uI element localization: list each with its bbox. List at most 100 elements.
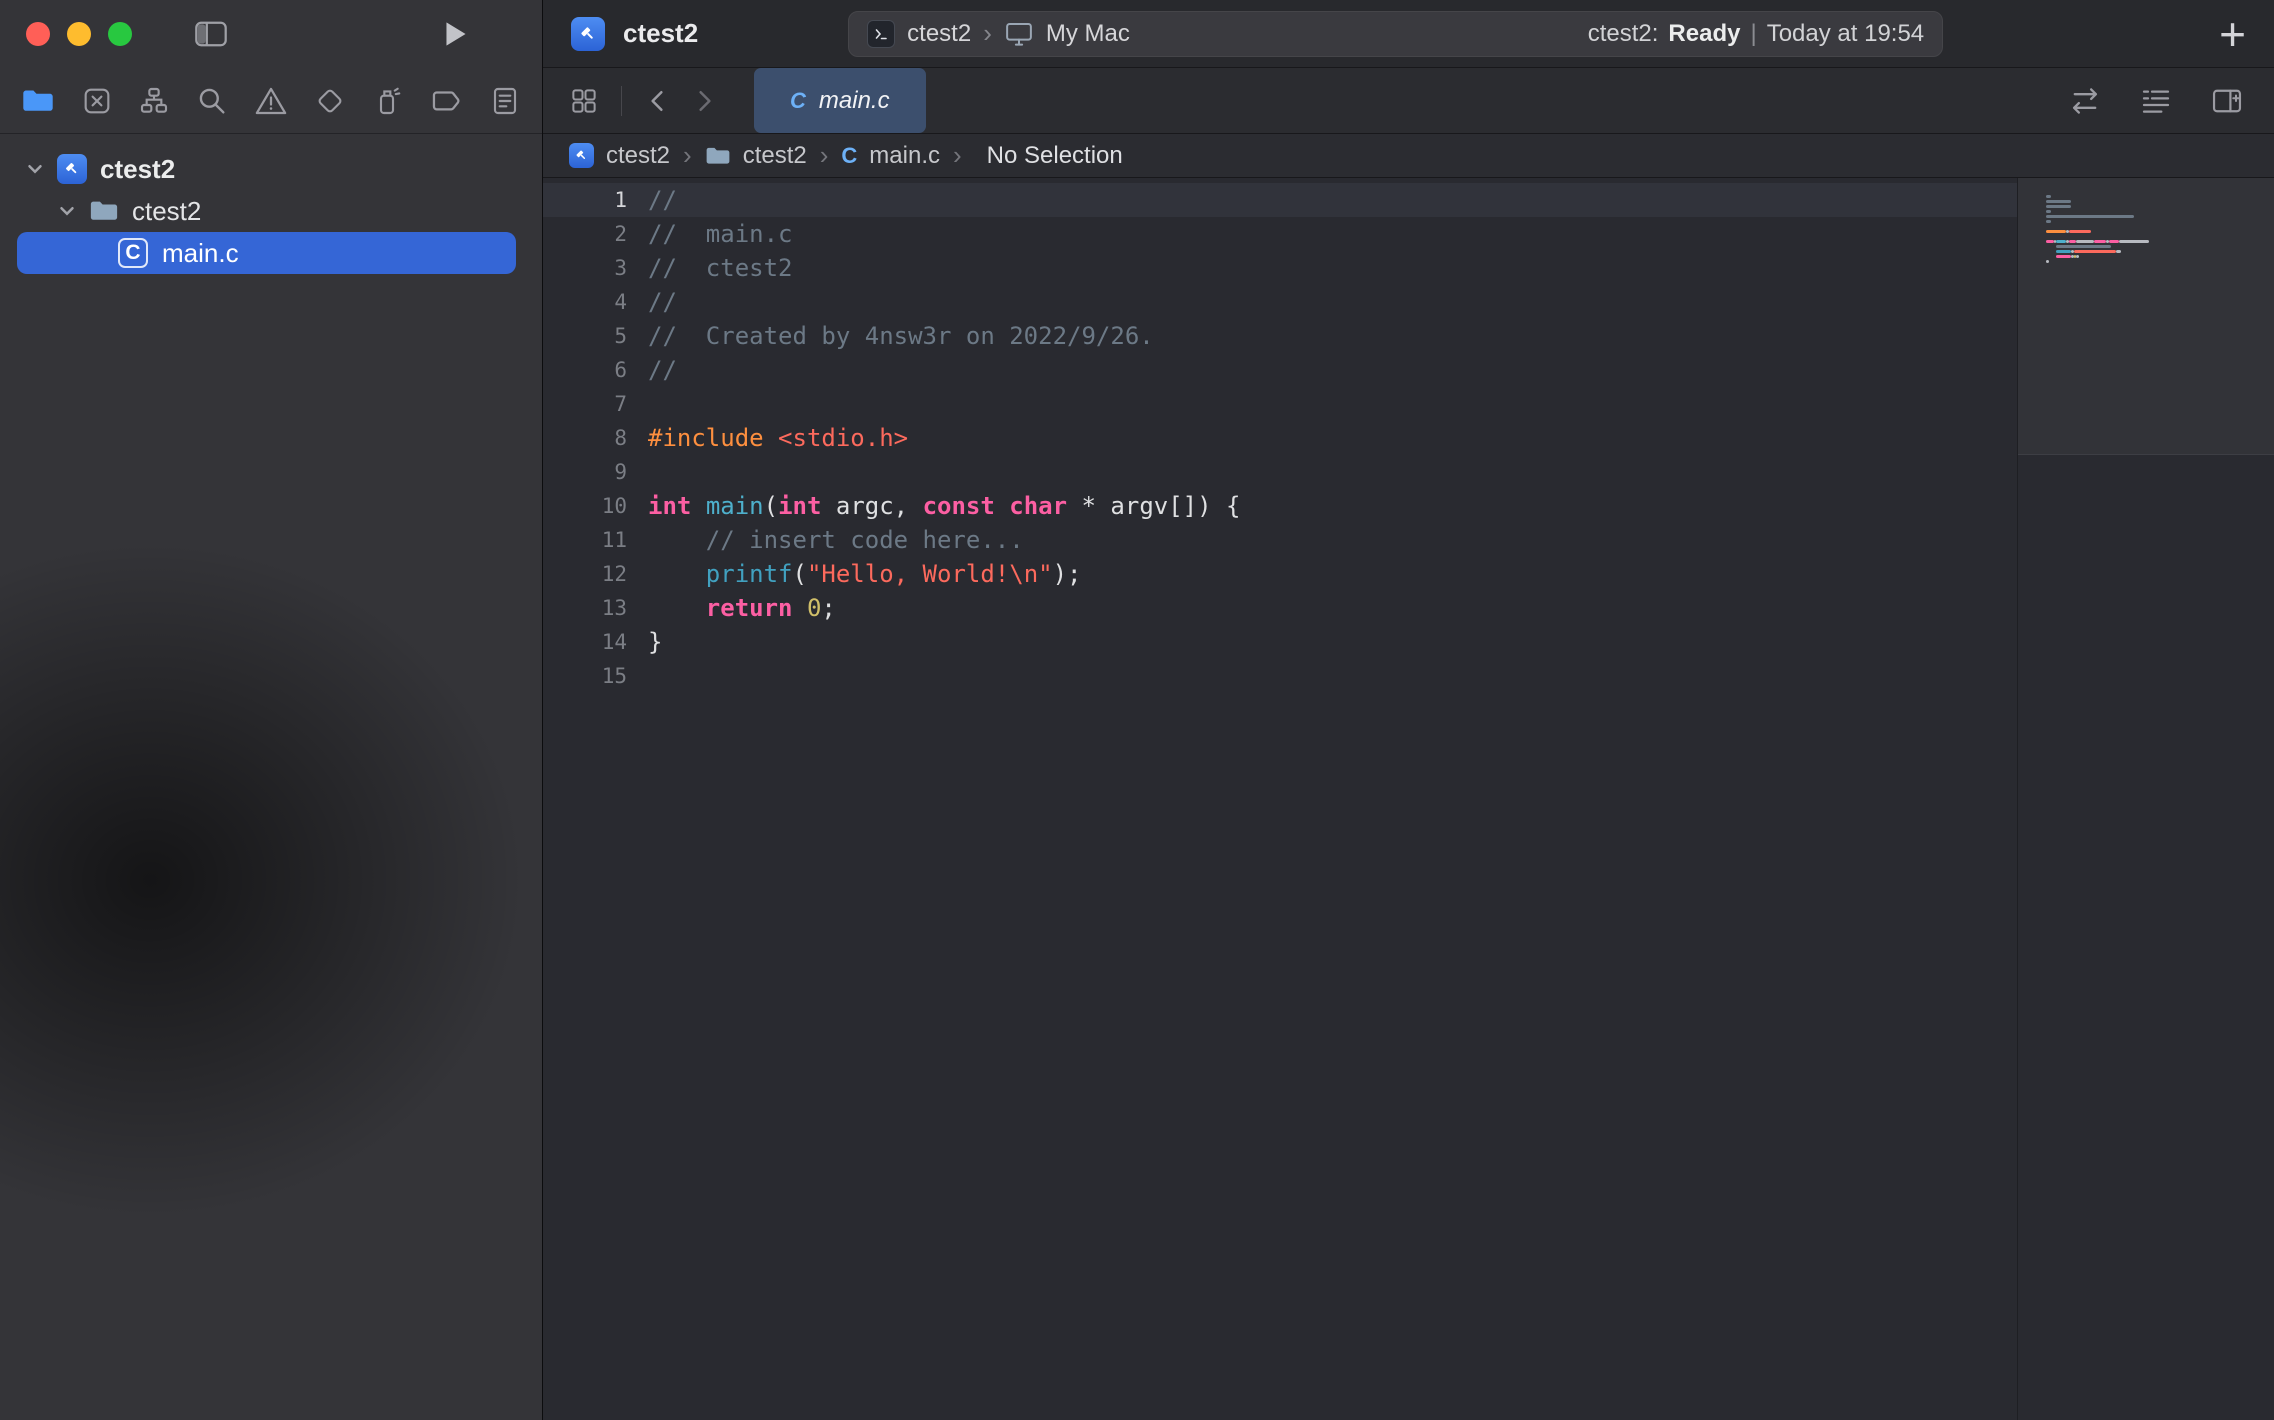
breadcrumb-project[interactable]: ctest2 [606,142,670,170]
go-back-button[interactable] [644,86,670,116]
project-icon [57,154,87,184]
code-line[interactable]: 4// [543,285,2017,319]
jump-bar: ctest2 › ctest2 › C main.c › No Selectio… [543,134,2274,178]
zoom-window-button[interactable] [108,22,132,46]
code-text: #include <stdio.h> [627,421,908,455]
line-number[interactable]: 14 [543,625,627,659]
search-icon [196,85,228,117]
code-line[interactable]: 15 [543,659,2017,693]
code-line[interactable]: 5// Created by 4nsw3r on 2022/9/26. [543,319,2017,353]
scheme-name[interactable]: ctest2 [907,20,971,48]
code-review-button[interactable] [2068,86,2102,116]
line-number[interactable]: 8 [543,421,627,455]
toggle-sidebar-button[interactable] [194,20,228,48]
tab-label: main.c [819,87,890,115]
find-navigator-button[interactable] [196,85,228,117]
code-text [627,387,648,421]
close-window-button[interactable] [26,22,50,46]
line-number[interactable]: 2 [543,217,627,251]
tab-main-c[interactable]: C main.c [754,68,926,133]
source-editor[interactable]: 1//2// main.c3// ctest24//5// Created by… [543,178,2017,1420]
tree-item-ctest2-project[interactable]: ctest2 [0,148,542,190]
line-number[interactable]: 4 [543,285,627,319]
chevron-down-icon[interactable] [24,158,46,180]
go-forward-button[interactable] [692,86,718,116]
status-state: Ready [1668,20,1740,48]
minimize-window-button[interactable] [67,22,91,46]
folder-icon [705,145,731,167]
code-line[interactable]: 6// [543,353,2017,387]
code-line[interactable]: 7 [543,387,2017,421]
line-number[interactable]: 6 [543,353,627,387]
line-number[interactable]: 12 [543,557,627,591]
breadcrumb-group[interactable]: ctest2 [743,142,807,170]
line-number[interactable]: 1 [543,183,627,217]
add-tab-button[interactable]: + [2219,11,2246,57]
report-navigator-button[interactable] [489,85,521,117]
code-line[interactable]: 11 // insert code here... [543,523,2017,557]
debug-navigator-button[interactable] [371,85,403,117]
line-number[interactable]: 13 [543,591,627,625]
adjust-editor-options-button[interactable] [2140,86,2172,116]
spray-can-icon [371,85,403,117]
test-navigator-button[interactable] [314,85,346,117]
code-line[interactable]: 1// [543,183,2017,217]
breakpoint-tag-icon [429,86,463,116]
line-number[interactable]: 11 [543,523,627,557]
code-line[interactable]: 3// ctest2 [543,251,2017,285]
my-mac-icon [1004,20,1034,48]
warning-triangle-icon [254,85,288,117]
code-text: // [627,183,677,217]
tree-item-label: main.c [162,238,239,269]
code-line[interactable]: 8#include <stdio.h> [543,421,2017,455]
project-navigator-button[interactable] [21,87,55,115]
breakpoint-navigator-button[interactable] [429,86,463,116]
line-number[interactable]: 9 [543,455,627,489]
xcode-window: ctest2 ctest2 C main.c c [0,0,2274,1420]
code-line[interactable]: 9 [543,455,2017,489]
tree-item-main-c[interactable]: C main.c [0,232,542,274]
code-line[interactable]: 12 printf("Hello, World!\n"); [543,557,2017,591]
chevron-separator: › [683,140,692,171]
minimap[interactable] [2017,178,2274,1420]
source-control-navigator-button[interactable] [81,85,113,117]
grid-icon [569,86,599,116]
add-editor-button[interactable] [2210,86,2244,116]
line-number[interactable]: 15 [543,659,627,693]
line-number[interactable]: 10 [543,489,627,523]
chevron-right-icon [692,86,718,116]
build-status: ctest2: Ready | Today at 19:54 [1588,20,1924,48]
issue-navigator-button[interactable] [254,85,288,117]
scheme-icon[interactable] [867,20,895,48]
tab-overview-button[interactable] [569,86,599,116]
code-line[interactable]: 10int main(int argc, const char * argv[]… [543,489,2017,523]
code-text: // ctest2 [627,251,793,285]
symbol-navigator-button[interactable] [138,85,170,117]
chevron-separator: › [953,140,962,171]
line-number[interactable]: 7 [543,387,627,421]
c-file-icon: C [790,88,806,114]
x-square-icon [81,85,113,117]
breadcrumb-selection[interactable]: No Selection [987,142,1123,170]
divider [621,86,622,116]
tree-item-ctest2-group[interactable]: ctest2 [0,190,542,232]
code-text: printf("Hello, World!\n"); [627,557,1082,591]
chevron-down-icon[interactable] [56,200,78,222]
main-area: ctest2 ctest2 › My Mac ctest2: Ready | T… [543,0,2274,1420]
code-line[interactable]: 2// main.c [543,217,2017,251]
split-editor-icon [2210,86,2244,116]
compare-arrows-icon [2068,86,2102,116]
run-button[interactable] [442,19,470,49]
line-number[interactable]: 5 [543,319,627,353]
code-text: } [627,625,662,659]
code-line[interactable]: 13 return 0; [543,591,2017,625]
editor-area: 1//2// main.c3// ctest24//5// Created by… [543,178,2274,1420]
status-time: Today at 19:54 [1767,20,1924,48]
breadcrumb-file[interactable]: main.c [869,142,940,170]
code-text [627,659,648,693]
run-destination[interactable]: My Mac [1046,20,1130,48]
chevron-separator: › [983,18,992,49]
line-number[interactable]: 3 [543,251,627,285]
code-line[interactable]: 14} [543,625,2017,659]
code-text: return 0; [627,591,836,625]
